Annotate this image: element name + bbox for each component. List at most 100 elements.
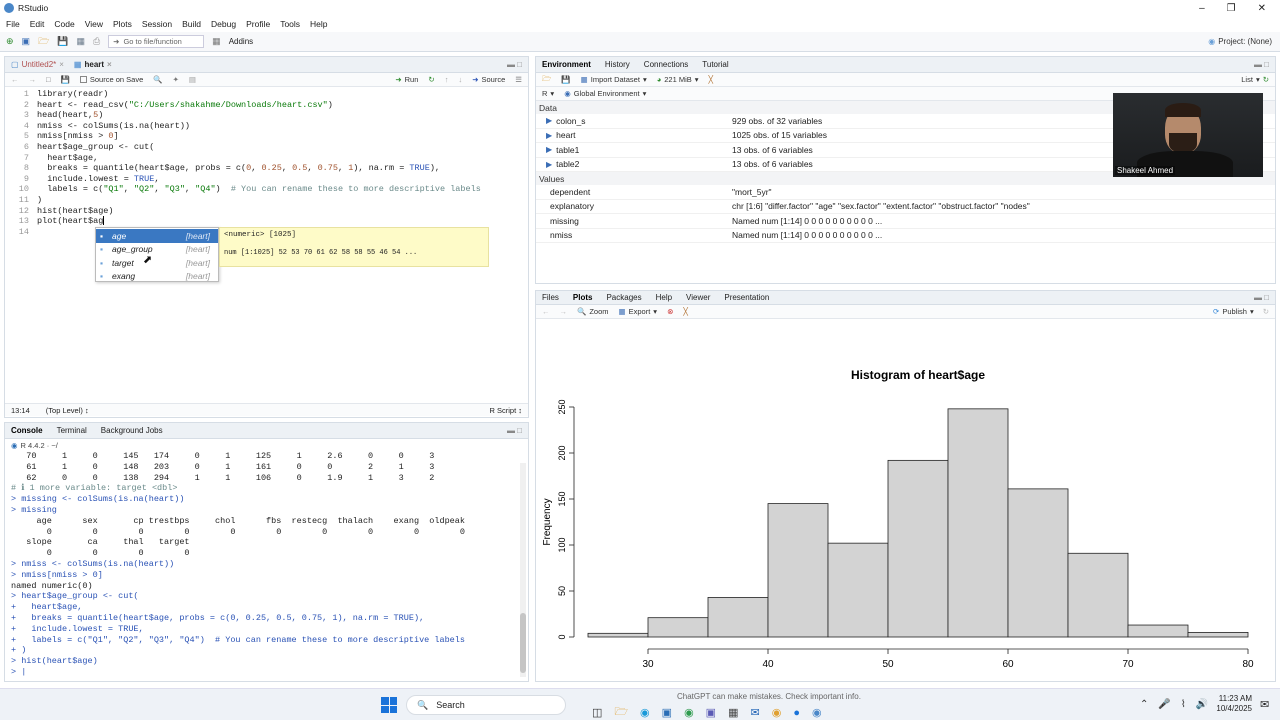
menu-tools[interactable]: Tools	[280, 19, 300, 29]
code-line[interactable]: 6 heart$age_group <- cut(	[5, 142, 528, 153]
tab-heart[interactable]: ▦ heart ×	[74, 60, 112, 69]
tab-plots[interactable]: Plots	[573, 293, 593, 302]
load-workspace-icon[interactable]: 🗁	[542, 73, 551, 86]
chevron-up-icon[interactable]: ⌃	[1140, 699, 1148, 710]
code-line[interactable]: 9 include.lowest = TRUE,	[5, 174, 528, 185]
taskview-icon[interactable]: ◫	[592, 706, 602, 719]
store-icon[interactable]: ▣	[662, 706, 672, 719]
grid-layout-icon[interactable]: ▦	[212, 36, 221, 47]
tab-terminal[interactable]: Terminal	[57, 426, 87, 435]
outlook-icon[interactable]: ✉	[750, 706, 759, 719]
menu-view[interactable]: View	[85, 19, 103, 29]
rstudio-taskbar-icon[interactable]: ◉	[812, 706, 822, 719]
code-line[interactable]: 13 plot(heart$ag	[5, 216, 528, 227]
code-line[interactable]: 5 nmiss[nmiss > 0]	[5, 131, 528, 142]
scope-indicator[interactable]: (Top Level) ↕	[46, 406, 89, 415]
autocomplete-item[interactable]: ▪ age_group [heart]	[96, 243, 218, 257]
refresh-icon[interactable]: ↻	[1263, 75, 1269, 84]
search-icon[interactable]: 🔍	[153, 75, 162, 84]
show-in-window-icon[interactable]: □	[46, 75, 51, 84]
pane-minmax-icon[interactable]: ▬ □	[507, 426, 528, 435]
menu-code[interactable]: Code	[54, 19, 74, 29]
prev-plot-icon[interactable]: ←	[542, 307, 550, 316]
list-view-menu[interactable]: List ▾ ↻	[1241, 75, 1275, 84]
code-line[interactable]: 2 heart <- read_csv("C:/Users/shakahme/Do…	[5, 100, 528, 111]
expand-icon[interactable]: ▶	[546, 116, 552, 125]
calculator-icon[interactable]: ▦	[728, 706, 738, 719]
rerun-icon[interactable]: ↻	[428, 75, 434, 84]
broom-icon[interactable]: ╳	[709, 75, 714, 84]
tab-tutorial[interactable]: Tutorial	[702, 60, 728, 69]
console-output[interactable]: 70 1 0 145 174 0 1 125 1 2.6 0 0 3 61 1 …	[5, 451, 528, 677]
minimize-icon[interactable]: –	[1199, 3, 1205, 14]
menu-help[interactable]: Help	[310, 19, 327, 29]
tab-background-jobs[interactable]: Background Jobs	[101, 426, 163, 435]
memory-usage[interactable]: ◕ 221 MiB ▾	[657, 75, 699, 84]
tab-files[interactable]: Files	[542, 293, 559, 302]
tab-presentation[interactable]: Presentation	[724, 293, 769, 302]
maximize-icon[interactable]: ❐	[1227, 3, 1236, 14]
app-icon[interactable]: ●	[793, 707, 800, 719]
scope-select[interactable]: ◉ Global Environment ▾	[564, 89, 646, 98]
code-line[interactable]: 4 nmiss <- colSums(is.na(heart))	[5, 121, 528, 132]
teams-icon[interactable]: ▣	[706, 706, 716, 719]
tab-untitled2[interactable]: ▢ Untitled2* ×	[11, 60, 64, 69]
chrome-icon[interactable]: ◉	[684, 706, 694, 719]
export-menu[interactable]: ▦ Export ▾	[619, 307, 658, 316]
volume-icon[interactable]: 🔊	[1196, 699, 1208, 710]
tab-environment[interactable]: Environment	[542, 60, 591, 69]
compile-report-icon[interactable]: ▤	[189, 75, 196, 84]
menu-plots[interactable]: Plots	[113, 19, 132, 29]
code-line[interactable]: 10 labels = c("Q1", "Q2", "Q3", "Q4") # …	[5, 184, 528, 195]
menu-profile[interactable]: Profile	[246, 19, 270, 29]
down-arrow-icon[interactable]: ↓	[458, 75, 462, 84]
autocomplete-item[interactable]: ▪ exang [heart]	[96, 270, 218, 284]
publish-menu[interactable]: ⟳ Publish ▾ ↻	[1213, 307, 1275, 316]
tab-close-icon[interactable]: ×	[59, 60, 64, 69]
pane-minmax-icon[interactable]: ▬ □	[1254, 293, 1275, 302]
new-project-icon[interactable]: ▣	[22, 36, 31, 47]
forward-arrow-icon[interactable]: →	[29, 75, 37, 84]
code-line[interactable]: 3 head(heart,5)	[5, 110, 528, 121]
back-arrow-icon[interactable]: ←	[11, 75, 19, 84]
tab-close-icon[interactable]: ×	[107, 60, 112, 69]
save-workspace-icon[interactable]: 💾	[561, 75, 570, 84]
open-file-icon[interactable]: 🗁	[38, 34, 49, 50]
code-line[interactable]: 7 heart$age,	[5, 153, 528, 164]
chrome2-icon[interactable]: ◉	[772, 706, 782, 719]
env-row-values[interactable]: dependent "mort_5yr"	[536, 185, 1275, 200]
console-scrollbar[interactable]	[520, 463, 526, 677]
mic-icon[interactable]: 🎤	[1158, 699, 1170, 710]
source-button[interactable]: ➜ Source	[472, 75, 505, 84]
refresh-icon[interactable]: ↻	[1263, 307, 1269, 316]
tab-connections[interactable]: Connections	[644, 60, 688, 69]
menu-file[interactable]: File	[6, 19, 20, 29]
menu-debug[interactable]: Debug	[211, 19, 236, 29]
file-type-indicator[interactable]: R Script ↕	[489, 406, 522, 415]
menu-session[interactable]: Session	[142, 19, 172, 29]
save-icon[interactable]: 💾	[57, 36, 68, 47]
taskbar-search-box[interactable]: 🔍 Search	[406, 695, 566, 715]
env-row-values[interactable]: explanatory chr [1:6] "differ.factor" "ag…	[536, 200, 1275, 214]
project-menu[interactable]: ◉ Project: (None)	[1208, 37, 1280, 46]
autocomplete-item[interactable]: ▪ target [heart]	[96, 256, 218, 270]
outline-icon[interactable]: ☰	[515, 75, 528, 84]
expand-icon[interactable]: ▶	[546, 145, 552, 154]
language-select[interactable]: R ▾	[542, 89, 554, 98]
autocomplete-item[interactable]: ▪ age [heart]	[96, 229, 218, 243]
code-line[interactable]: 11)	[5, 195, 528, 206]
menu-build[interactable]: Build	[182, 19, 201, 29]
code-line[interactable]: 12 hist(heart$age)	[5, 206, 528, 217]
import-dataset-menu[interactable]: ▦ Import Dataset ▾	[581, 75, 647, 84]
expand-icon[interactable]: ▶	[546, 131, 552, 140]
tab-help[interactable]: Help	[656, 293, 672, 302]
save-all-icon[interactable]: ▦	[76, 36, 85, 47]
expand-icon[interactable]: ▶	[546, 160, 552, 169]
edge-icon[interactable]: ◉	[640, 706, 650, 719]
code-line[interactable]: 8 breaks = quantile(heart$age, probs = c…	[5, 163, 528, 174]
wand-icon[interactable]: ✦	[173, 75, 179, 84]
wifi-icon[interactable]: ⌇	[1181, 699, 1186, 710]
pane-minmax-icon[interactable]: ▬ □	[1254, 60, 1275, 69]
print-icon[interactable]: ⎙	[93, 36, 100, 47]
windows-start-icon[interactable]	[381, 697, 397, 713]
